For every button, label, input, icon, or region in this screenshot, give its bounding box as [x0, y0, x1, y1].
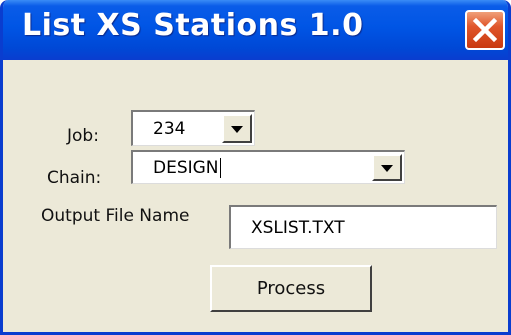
chain-dropdown-button[interactable]	[372, 154, 402, 181]
chain-label: Chain:	[47, 168, 102, 188]
chain-select-text: DESIGN	[153, 157, 219, 178]
chevron-down-icon	[381, 164, 393, 172]
window-title: List XS Stations 1.0	[22, 8, 364, 43]
title-bar[interactable]: List XS Stations 1.0	[3, 0, 508, 60]
process-button[interactable]: Process	[210, 265, 372, 312]
job-label: Job:	[67, 126, 99, 146]
chain-select[interactable]: DESIGN	[131, 150, 405, 184]
text-caret	[219, 157, 221, 178]
output-file-label: Output File Name	[41, 206, 190, 226]
output-file-input[interactable]: XSLIST.TXT	[229, 205, 497, 249]
job-dropdown-button[interactable]	[222, 114, 252, 143]
chevron-down-icon	[231, 125, 243, 133]
close-icon	[472, 17, 498, 43]
job-select[interactable]: 234	[131, 110, 255, 146]
close-button[interactable]	[465, 10, 505, 50]
chain-select-value: DESIGN	[153, 157, 221, 178]
dialog-window: List XS Stations 1.0 Job: 234 Chain: DES…	[0, 0, 511, 335]
output-file-value: XSLIST.TXT	[251, 217, 345, 238]
job-select-value: 234	[153, 118, 186, 139]
